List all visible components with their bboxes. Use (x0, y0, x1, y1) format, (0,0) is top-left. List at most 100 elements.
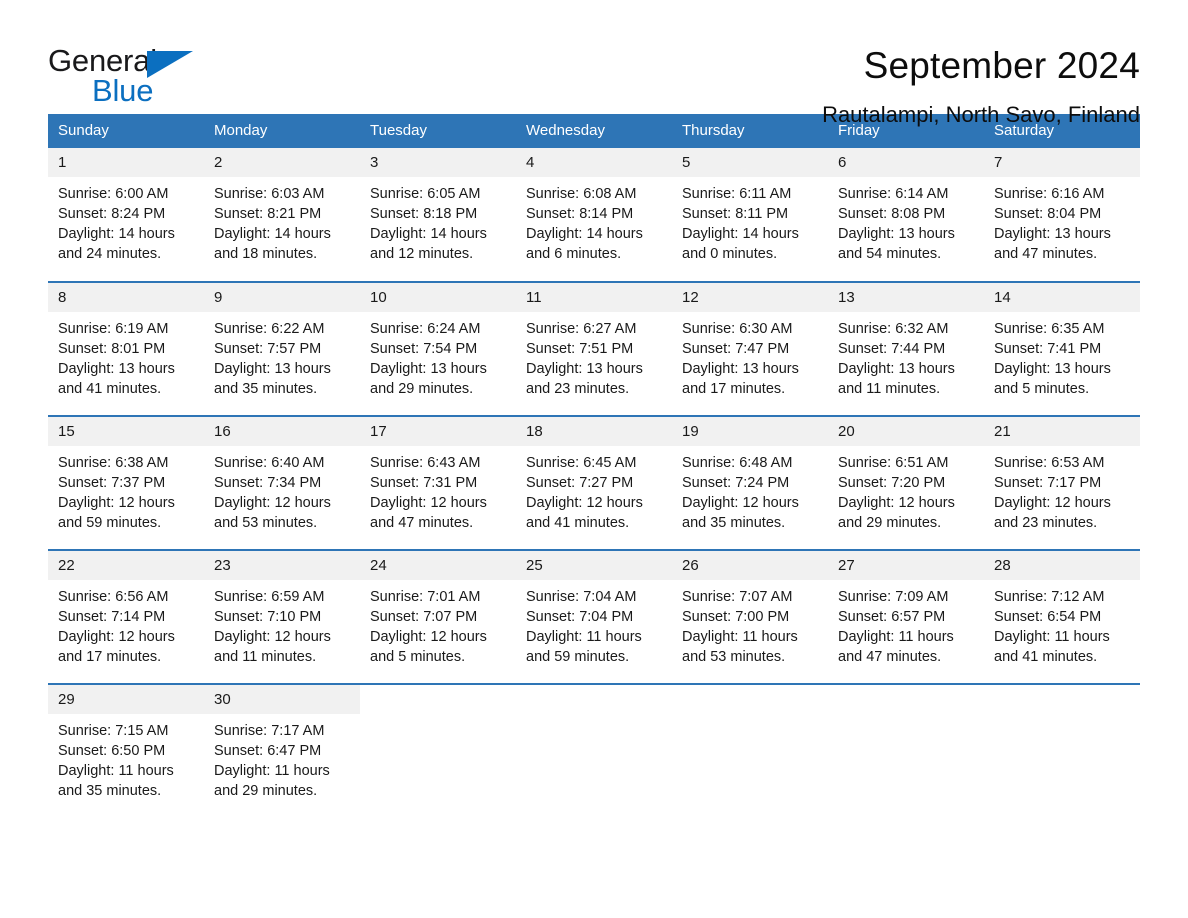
day-sun-info (516, 714, 672, 721)
day-cell[interactable]: 10 Sunrise: 6:24 AM Sunset: 7:54 PM Dayli… (360, 281, 516, 416)
day-number: 7 (984, 148, 1140, 177)
day-cell[interactable]: 29 Sunrise: 7:15 AM Sunset: 6:50 PM Dayli… (48, 683, 204, 818)
day-number (672, 685, 828, 714)
day-sun-info: Sunrise: 7:01 AM Sunset: 7:07 PM Dayligh… (370, 589, 487, 665)
day-cell[interactable]: 20 Sunrise: 6:51 AM Sunset: 7:20 PM Dayli… (828, 415, 984, 550)
day-cell[interactable]: 8 Sunrise: 6:19 AM Sunset: 8:01 PM Daylig… (48, 281, 204, 416)
day-number: 16 (204, 417, 360, 446)
page-title: September 2024 (863, 45, 1140, 86)
day-cell[interactable]: 19 Sunrise: 6:48 AM Sunset: 7:24 PM Dayli… (672, 415, 828, 550)
day-sun-info: Sunrise: 7:07 AM Sunset: 7:00 PM Dayligh… (682, 589, 798, 665)
day-cell-empty (360, 683, 516, 818)
day-cell[interactable]: 12 Sunrise: 6:30 AM Sunset: 7:47 PM Dayli… (672, 281, 828, 416)
day-number: 14 (984, 283, 1140, 312)
day-cell-empty (516, 683, 672, 818)
day-number: 20 (828, 417, 984, 446)
day-number: 19 (672, 417, 828, 446)
day-sun-info: Sunrise: 6:14 AM Sunset: 8:08 PM Dayligh… (838, 186, 955, 262)
day-cell[interactable]: 24 Sunrise: 7:01 AM Sunset: 7:07 PM Dayli… (360, 549, 516, 684)
day-sun-info: Sunrise: 6:59 AM Sunset: 7:10 PM Dayligh… (214, 589, 331, 665)
title-block: September 2024 Rautalampi, North Savo, F… (198, 44, 1140, 130)
day-sun-info (828, 714, 984, 721)
day-number: 8 (48, 283, 204, 312)
day-number: 6 (828, 148, 984, 177)
logo-triangle-icon (147, 51, 193, 78)
day-number: 17 (360, 417, 516, 446)
day-sun-info: Sunrise: 6:08 AM Sunset: 8:14 PM Dayligh… (526, 186, 643, 262)
day-cell[interactable]: 6 Sunrise: 6:14 AM Sunset: 8:08 PM Daylig… (828, 148, 984, 282)
day-sun-info: Sunrise: 6:05 AM Sunset: 8:18 PM Dayligh… (370, 186, 487, 262)
day-number: 21 (984, 417, 1140, 446)
day-number: 22 (48, 551, 204, 580)
day-cell[interactable]: 23 Sunrise: 6:59 AM Sunset: 7:10 PM Dayli… (204, 549, 360, 684)
day-cell[interactable]: 7 Sunrise: 6:16 AM Sunset: 8:04 PM Daylig… (984, 148, 1140, 282)
day-cell[interactable]: 26 Sunrise: 7:07 AM Sunset: 7:00 PM Dayli… (672, 549, 828, 684)
day-number (516, 685, 672, 714)
day-sun-info: Sunrise: 6:16 AM Sunset: 8:04 PM Dayligh… (994, 186, 1111, 262)
day-cell-empty (828, 683, 984, 818)
day-sun-info: Sunrise: 6:48 AM Sunset: 7:24 PM Dayligh… (682, 455, 799, 531)
day-sun-info: Sunrise: 6:32 AM Sunset: 7:44 PM Dayligh… (838, 321, 955, 397)
day-cell[interactable]: 30 Sunrise: 7:17 AM Sunset: 6:47 PM Dayli… (204, 683, 360, 818)
day-number: 3 (360, 148, 516, 177)
day-sun-info (672, 714, 828, 721)
day-cell[interactable]: 28 Sunrise: 7:12 AM Sunset: 6:54 PM Dayli… (984, 549, 1140, 684)
day-cell[interactable]: 22 Sunrise: 6:56 AM Sunset: 7:14 PM Dayli… (48, 549, 204, 684)
day-cell[interactable]: 18 Sunrise: 6:45 AM Sunset: 7:27 PM Dayli… (516, 415, 672, 550)
day-cell[interactable]: 9 Sunrise: 6:22 AM Sunset: 7:57 PM Daylig… (204, 281, 360, 416)
day-sun-info: Sunrise: 6:24 AM Sunset: 7:54 PM Dayligh… (370, 321, 487, 397)
day-cell[interactable]: 3 Sunrise: 6:05 AM Sunset: 8:18 PM Daylig… (360, 148, 516, 282)
day-cell[interactable]: 11 Sunrise: 6:27 AM Sunset: 7:51 PM Dayli… (516, 281, 672, 416)
day-sun-info: Sunrise: 6:11 AM Sunset: 8:11 PM Dayligh… (682, 186, 799, 262)
weekday-header-sunday: Sunday (48, 114, 204, 148)
day-sun-info: Sunrise: 6:43 AM Sunset: 7:31 PM Dayligh… (370, 455, 487, 531)
day-sun-info: Sunrise: 7:17 AM Sunset: 6:47 PM Dayligh… (214, 723, 330, 799)
day-number: 15 (48, 417, 204, 446)
day-sun-info (984, 714, 1140, 721)
day-cell[interactable]: 1 Sunrise: 6:00 AM Sunset: 8:24 PM Daylig… (48, 148, 204, 282)
day-cell[interactable]: 16 Sunrise: 6:40 AM Sunset: 7:34 PM Dayli… (204, 415, 360, 550)
day-cell[interactable]: 27 Sunrise: 7:09 AM Sunset: 6:57 PM Dayli… (828, 549, 984, 684)
day-sun-info: Sunrise: 6:22 AM Sunset: 7:57 PM Dayligh… (214, 321, 331, 397)
day-cell[interactable]: 2 Sunrise: 6:03 AM Sunset: 8:21 PM Daylig… (204, 148, 360, 282)
day-number: 10 (360, 283, 516, 312)
day-number: 1 (48, 148, 204, 177)
day-number: 29 (48, 685, 204, 714)
day-number: 2 (204, 148, 360, 177)
day-sun-info: Sunrise: 6:27 AM Sunset: 7:51 PM Dayligh… (526, 321, 643, 397)
calendar-week-row: 22 Sunrise: 6:56 AM Sunset: 7:14 PM Dayli… (48, 549, 1140, 684)
day-number: 11 (516, 283, 672, 312)
day-sun-info: Sunrise: 6:35 AM Sunset: 7:41 PM Dayligh… (994, 321, 1111, 397)
day-number: 30 (204, 685, 360, 714)
day-number: 12 (672, 283, 828, 312)
day-cell[interactable]: 25 Sunrise: 7:04 AM Sunset: 7:04 PM Dayli… (516, 549, 672, 684)
calendar-week-row: 1 Sunrise: 6:00 AM Sunset: 8:24 PM Daylig… (48, 148, 1140, 282)
day-sun-info: Sunrise: 6:19 AM Sunset: 8:01 PM Dayligh… (58, 321, 175, 397)
calendar-week-row: 29 Sunrise: 7:15 AM Sunset: 6:50 PM Dayli… (48, 683, 1140, 818)
day-number: 23 (204, 551, 360, 580)
day-number (828, 685, 984, 714)
day-sun-info: Sunrise: 6:56 AM Sunset: 7:14 PM Dayligh… (58, 589, 175, 665)
day-cell-empty (672, 683, 828, 818)
day-number: 27 (828, 551, 984, 580)
day-cell[interactable]: 14 Sunrise: 6:35 AM Sunset: 7:41 PM Dayli… (984, 281, 1140, 416)
day-sun-info: Sunrise: 6:45 AM Sunset: 7:27 PM Dayligh… (526, 455, 643, 531)
generalblue-logo[interactable]: General Blue (48, 44, 198, 108)
day-cell[interactable]: 4 Sunrise: 6:08 AM Sunset: 8:14 PM Daylig… (516, 148, 672, 282)
day-sun-info: Sunrise: 7:09 AM Sunset: 6:57 PM Dayligh… (838, 589, 954, 665)
day-cell[interactable]: 21 Sunrise: 6:53 AM Sunset: 7:17 PM Dayli… (984, 415, 1140, 550)
day-cell[interactable]: 15 Sunrise: 6:38 AM Sunset: 7:37 PM Dayli… (48, 415, 204, 550)
day-number (360, 685, 516, 714)
day-number: 25 (516, 551, 672, 580)
day-cell[interactable]: 17 Sunrise: 6:43 AM Sunset: 7:31 PM Dayli… (360, 415, 516, 550)
day-cell[interactable]: 5 Sunrise: 6:11 AM Sunset: 8:11 PM Daylig… (672, 148, 828, 282)
calendar-week-row: 15 Sunrise: 6:38 AM Sunset: 7:37 PM Dayli… (48, 415, 1140, 550)
day-number: 9 (204, 283, 360, 312)
day-sun-info: Sunrise: 7:15 AM Sunset: 6:50 PM Dayligh… (58, 723, 174, 799)
day-number (984, 685, 1140, 714)
day-cell[interactable]: 13 Sunrise: 6:32 AM Sunset: 7:44 PM Dayli… (828, 281, 984, 416)
day-sun-info: Sunrise: 7:04 AM Sunset: 7:04 PM Dayligh… (526, 589, 642, 665)
day-cell-empty (984, 683, 1140, 818)
day-number: 26 (672, 551, 828, 580)
day-number: 4 (516, 148, 672, 177)
